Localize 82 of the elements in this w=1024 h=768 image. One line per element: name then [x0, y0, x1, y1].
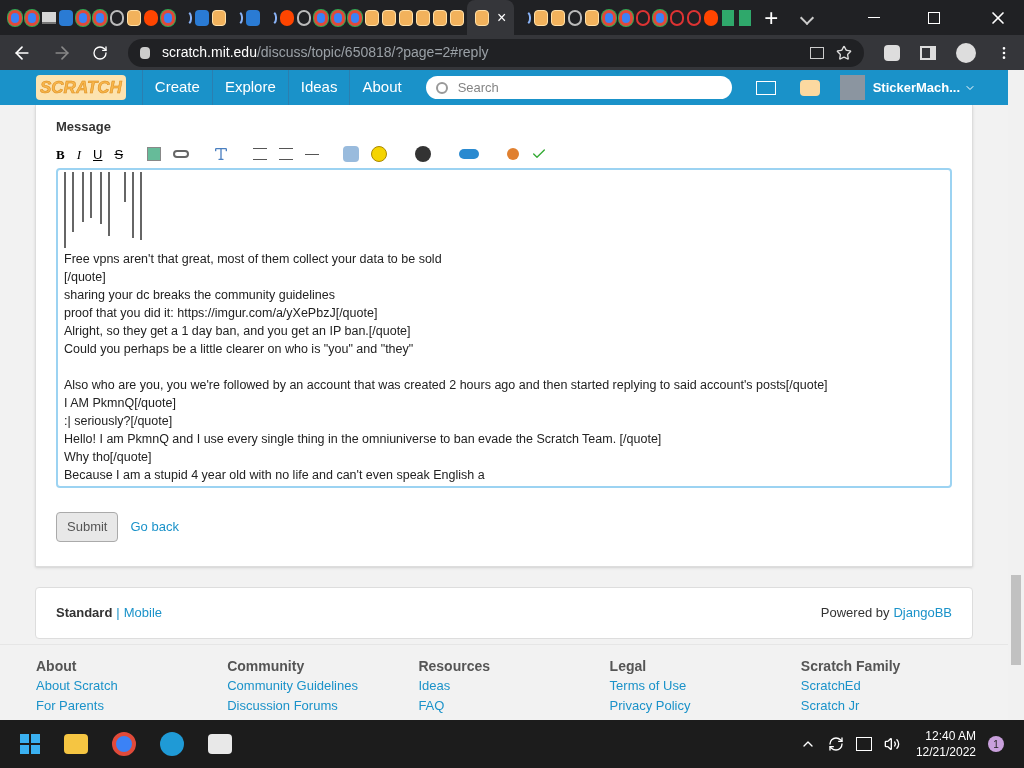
font-color-icon[interactable]: [213, 146, 230, 163]
message-line: Free vpns aren't that great, most of them collect your data to be sold: [64, 251, 443, 268]
chrome-icon[interactable]: [348, 9, 362, 26]
numbered-list-icon[interactable]: [279, 148, 294, 161]
message-line: Because I am a stupid 4 year old with no life and can't even speak English a: [64, 467, 486, 484]
format-button[interactable]: I: [76, 144, 81, 164]
username-menu[interactable]: StickerMach...: [872, 77, 977, 98]
message-line: Could you perhaps be a little clearer on who is "you" and "they": [64, 341, 415, 358]
search-icon: [435, 81, 448, 94]
separator: |: [116, 604, 120, 623]
ring-icon[interactable]: [636, 9, 651, 26]
chrome-icon[interactable]: [602, 9, 617, 26]
monitor-icon[interactable]: [42, 11, 56, 24]
mobile-link[interactable]: Mobile: [123, 603, 163, 623]
profile-icon[interactable]: [956, 42, 976, 63]
standard-label: Standard: [56, 604, 113, 623]
footer-heading: Community: [227, 657, 306, 675]
footer-heading: Legal: [609, 657, 648, 675]
message-line: [/quote]: [64, 269, 107, 286]
footer-link[interactable]: About Scratch: [36, 677, 208, 695]
ring-icon[interactable]: [687, 9, 702, 26]
envelope-icon[interactable]: [755, 80, 776, 95]
ring-icon[interactable]: [670, 9, 685, 26]
footer-heading: About: [36, 657, 78, 675]
chrome-icon[interactable]: [331, 9, 345, 26]
chrome-icon[interactable]: [314, 9, 328, 26]
scrollbar-thumb[interactable]: [1011, 575, 1021, 665]
format-button[interactable]: U: [93, 144, 103, 164]
chrome-icon[interactable]: [76, 9, 90, 26]
footer-link[interactable]: Discussion Forums: [227, 697, 399, 715]
address-field[interactable]: scratch.mit.edu/discuss/topic/650818/?page=2#reply: [128, 38, 864, 67]
browser-tab[interactable]: ×: [467, 0, 515, 35]
chrome-icon[interactable]: [619, 9, 634, 26]
message-line: :| seriously?[/quote]: [64, 413, 174, 430]
search-field[interactable]: Search: [425, 76, 732, 99]
message-line: Also who are you, you we're followed by an account that was created 2 hours ago and then started replying to said account's posts[/quote]: [64, 377, 829, 394]
message-line: Why tho[/quote]: [64, 449, 153, 466]
chrome-icon[interactable]: [653, 9, 668, 26]
windows-icon[interactable]: [20, 734, 40, 754]
format-button[interactable]: S: [114, 144, 124, 164]
chrome-icon[interactable]: [8, 9, 22, 26]
footer-heading: Resources: [418, 657, 491, 675]
chrome-icon[interactable]: [112, 732, 136, 756]
chrome-icon[interactable]: [93, 9, 107, 26]
footer-link[interactable]: ScratchEd: [800, 677, 972, 695]
clock-time[interactable]: 12:40 AM: [925, 728, 976, 744]
footer-link[interactable]: Ideas: [418, 677, 590, 695]
message-label: Message: [56, 118, 112, 136]
message-field[interactable]: [56, 168, 952, 488]
message-line: proof that you did it: https://imgur.com/a/yXePbzJ[/quote]: [64, 305, 379, 322]
bullet-list-icon[interactable]: [253, 148, 268, 161]
url-text: scratch.mit.edu/discuss/topic/650818/?page=2#reply: [162, 43, 489, 62]
format-button[interactable]: B: [56, 144, 65, 164]
image-icon[interactable]: [147, 147, 162, 162]
message-line: I AM PkmnQ[/quote]: [64, 395, 177, 412]
footer-link[interactable]: Terms of Use: [609, 677, 781, 695]
sync-icon[interactable]: [827, 736, 844, 752]
message-line: Hello! I am PkmnQ and I use every single thing in the omniuniverse to ban evade the Scratch Team. [/quote]: [64, 431, 663, 448]
message-line: sharing your dc breaks the community guidelines: [64, 287, 336, 304]
chrome-icon[interactable]: [161, 9, 175, 26]
restore-icon[interactable]: [928, 11, 940, 24]
sidebar-icon[interactable]: [920, 45, 936, 60]
close-tab-button[interactable]: ×: [497, 5, 507, 30]
footer-link[interactable]: Scratch Jr: [800, 697, 972, 715]
message-line: Alright, so they get a 1 day ban, and you get an IP ban.[/quote]: [64, 323, 412, 340]
footer-link[interactable]: Privacy Policy: [609, 697, 781, 715]
footer-link[interactable]: FAQ: [418, 697, 590, 715]
reload-icon[interactable]: [92, 44, 108, 61]
go-back-link[interactable]: Go back: [130, 517, 179, 537]
footer-link[interactable]: For Parents: [36, 697, 208, 715]
notification-badge[interactable]: 1: [988, 736, 1004, 752]
powered-by-text: Powered by: [820, 604, 890, 623]
star-icon[interactable]: [836, 44, 852, 61]
djangobb-link[interactable]: DjangoBB: [893, 603, 952, 623]
submit-button[interactable]: Submit: [56, 512, 119, 542]
footer-link[interactable]: Community Guidelines: [227, 677, 399, 695]
chrome-icon[interactable]: [25, 9, 39, 26]
link-icon[interactable]: [173, 150, 190, 159]
volume-icon[interactable]: [883, 736, 900, 752]
new-tab-button[interactable]: +: [764, 1, 779, 34]
clock-date[interactable]: 12/21/2022: [915, 744, 976, 760]
footer-heading: Scratch Family: [800, 657, 902, 675]
